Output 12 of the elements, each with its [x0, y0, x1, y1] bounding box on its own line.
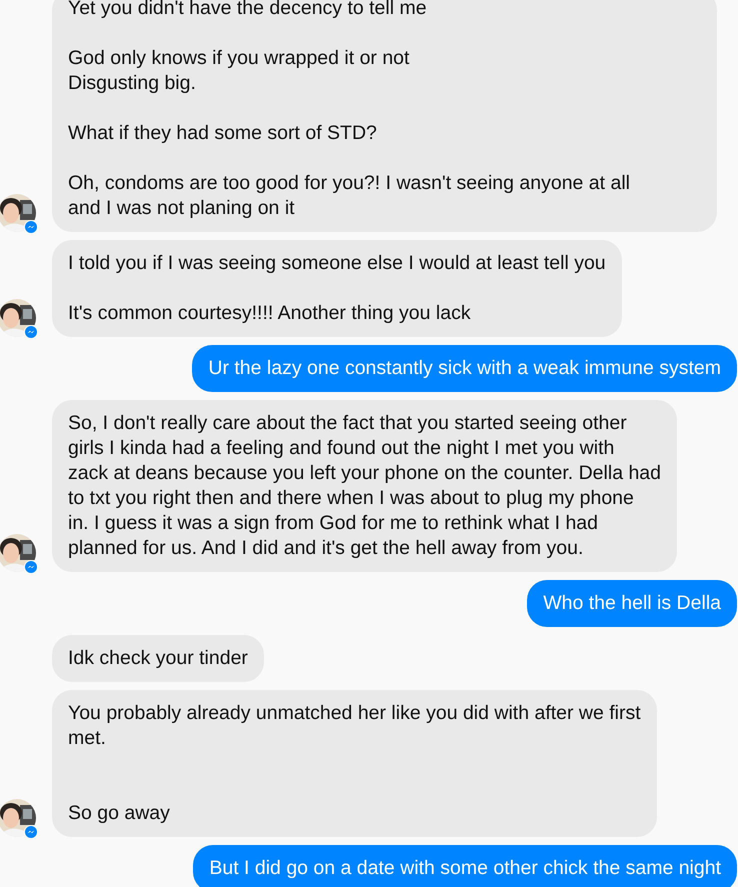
message-bubble: But I did go on a date with some other chick the same night: [193, 845, 737, 887]
message-bubble: You probably already unmatched her like you did with after we first met. So go away: [52, 690, 657, 837]
message-bubble: Ur the lazy one constantly sick with a weak immune system: [192, 345, 737, 392]
message-bubble: So, I don't really care about the fact that you started seeing other girls I kinda had a feeling and found out the night I met you with zack at deans because you left your phone on the counter. Della had to txt you right then and there when I was about to plug my phone in. I guess it was a sign from God for me to rethink what I had planned for us. And I did and it's get the hell away from you.: [52, 400, 677, 572]
messenger-badge-icon: [24, 825, 38, 839]
messenger-badge-icon: [24, 560, 38, 574]
messenger-badge-icon: [24, 220, 38, 234]
message-bubble: Idk check your tinder: [52, 635, 264, 682]
message-bubble: Yet you didn't have the decency to tell me God only knows if you wrapped it or not Disgusting big. What if they had some sort of STD? Oh, condoms are too good for you?! I wasn't seeing anyone at all and I was not planing on it: [52, 0, 717, 232]
messenger-badge-icon: [24, 325, 38, 339]
message-bubble: Who the hell is Della: [527, 580, 737, 627]
message-bubble: I told you if I was seeing someone else I would at least tell you It's common courtesy!!!! Another thing you lack: [52, 240, 622, 337]
